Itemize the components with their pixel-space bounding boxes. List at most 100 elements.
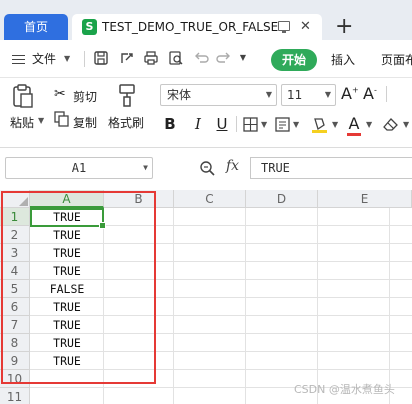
row-header[interactable]: 1 <box>0 208 30 226</box>
column-header-d[interactable]: D <box>246 190 318 208</box>
gridline <box>173 208 174 404</box>
formula-value: TRUE <box>261 161 290 175</box>
divider <box>386 86 387 102</box>
redo-icon[interactable] <box>216 50 232 66</box>
row-header[interactable]: 4 <box>0 262 30 280</box>
print-preview-icon[interactable] <box>168 50 184 66</box>
bold-button[interactable]: B <box>163 114 177 134</box>
font-name-select[interactable]: 宋体 ▼ <box>160 84 277 106</box>
menu-file[interactable]: 文件 <box>32 40 56 78</box>
cell-a5[interactable]: FALSE <box>30 280 104 298</box>
column-header-e[interactable]: E <box>318 190 412 208</box>
font-size-value: 11 <box>287 88 303 102</box>
border-icon[interactable] <box>243 117 258 132</box>
monitor-icon[interactable] <box>278 21 290 33</box>
copy-icon[interactable] <box>54 111 69 127</box>
chevron-down-icon[interactable]: ▼ <box>366 120 372 129</box>
chevron-down-icon[interactable]: ▼ <box>332 120 338 129</box>
chevron-down-icon[interactable]: ▼ <box>64 40 70 78</box>
format-painter-icon[interactable] <box>116 84 138 108</box>
row-header[interactable]: 9 <box>0 352 30 370</box>
paste-button[interactable]: 粘贴 <box>10 114 34 131</box>
shrink-font-icon: A <box>363 84 374 103</box>
gridline <box>245 208 246 404</box>
column-header-c[interactable]: C <box>174 190 246 208</box>
name-box-value: A1 <box>71 161 87 175</box>
active-cell-a1[interactable] <box>30 208 106 229</box>
font-color-button[interactable]: A <box>347 114 361 136</box>
chevron-down-icon[interactable]: ▼ <box>403 120 409 129</box>
new-tab-button[interactable]: + <box>335 14 353 40</box>
fill-color-icon[interactable] <box>311 116 328 134</box>
name-box[interactable]: A1 ▼ <box>5 157 153 179</box>
gridline <box>317 208 318 404</box>
row-header[interactable]: 8 <box>0 334 30 352</box>
formula-input[interactable]: TRUE <box>250 157 412 179</box>
grow-font-button[interactable]: A+ <box>341 84 359 103</box>
font-size-select[interactable]: 11 ▼ <box>281 84 336 106</box>
cut-button[interactable]: 剪切 <box>73 88 97 105</box>
chevron-down-icon: ▼ <box>265 90 272 99</box>
column-header-b[interactable]: B <box>104 190 174 208</box>
row-header[interactable]: 2 <box>0 226 30 244</box>
cell-a9[interactable]: TRUE <box>30 352 104 370</box>
cell-a4[interactable]: TRUE <box>30 262 104 280</box>
save-icon[interactable] <box>93 50 109 66</box>
shrink-font-button[interactable]: A- <box>363 84 377 103</box>
column-header-a[interactable]: A <box>30 190 104 208</box>
cell-a10[interactable] <box>30 370 104 388</box>
menu-page-layout[interactable]: 页面布 <box>381 40 412 80</box>
paste-icon[interactable] <box>12 84 34 108</box>
eraser-icon[interactable] <box>383 117 399 132</box>
cell-a2[interactable]: TRUE <box>30 226 104 244</box>
zoom-icon[interactable] <box>199 160 215 176</box>
scissors-icon[interactable]: ✂ <box>54 86 66 102</box>
cell-a3[interactable]: TRUE <box>30 244 104 262</box>
menu-start[interactable]: 开始 <box>271 49 317 71</box>
row-header[interactable]: 10 <box>0 370 30 388</box>
chevron-down-icon: ▼ <box>324 90 331 99</box>
chevron-down-icon[interactable]: ▼ <box>38 116 44 125</box>
row-header[interactable]: 7 <box>0 316 30 334</box>
tab-bar: 首页 S TEST_DEMO_TRUE_OR_FALSE ✕ + <box>0 0 412 40</box>
export-icon[interactable] <box>119 50 135 66</box>
chevron-down-icon[interactable]: ▼ <box>261 120 267 129</box>
spreadsheet-grid[interactable]: A B C D E 1 TRUE 2 TRUE 3 TRUE 4 TRUE 5 FALSE 6 TRU… <box>0 190 412 404</box>
print-icon[interactable] <box>143 50 159 66</box>
row-header[interactable]: 11 <box>0 388 30 404</box>
chevron-down-icon: ▼ <box>143 163 148 172</box>
ribbon: 粘贴 ▼ ✂ 剪切 复制 格式刷 宋体 ▼ 11 ▼ A+ A- B I U ▼… <box>0 78 412 148</box>
hamburger-icon[interactable] <box>12 55 25 64</box>
grow-font-icon: A <box>341 84 352 103</box>
menu-bar: 文件 ▼ ▼ 开始 插入 页面布 <box>0 40 412 78</box>
tab-document[interactable]: S TEST_DEMO_TRUE_OR_FALSE ✕ <box>72 14 322 40</box>
copy-button[interactable]: 复制 <box>73 114 97 131</box>
cell-a11[interactable] <box>30 388 104 404</box>
tab-home[interactable]: 首页 <box>4 14 68 40</box>
undo-icon[interactable] <box>193 50 209 66</box>
font-color-icon: A <box>348 114 360 133</box>
document-title: TEST_DEMO_TRUE_OR_FALSE <box>102 20 279 34</box>
font-color-swatch <box>347 133 361 136</box>
chevron-down-icon[interactable]: ▼ <box>238 50 248 66</box>
divider <box>84 51 85 67</box>
divider <box>236 116 237 132</box>
chevron-down-icon[interactable]: ▼ <box>293 120 299 129</box>
cell-a7[interactable]: TRUE <box>30 316 104 334</box>
watermark: CSDN @温水煮鱼头 <box>294 383 395 396</box>
fx-button[interactable]: fx <box>226 158 239 174</box>
font-name-value: 宋体 <box>167 88 192 102</box>
spreadsheet-icon: S <box>82 19 97 35</box>
cell-style-icon[interactable] <box>275 117 290 132</box>
cell-a8[interactable]: TRUE <box>30 334 104 352</box>
format-painter-button[interactable]: 格式刷 <box>108 114 144 131</box>
italic-button[interactable]: I <box>191 114 205 134</box>
row-header[interactable]: 3 <box>0 244 30 262</box>
underline-button[interactable]: U <box>215 114 229 134</box>
row-header[interactable]: 6 <box>0 298 30 316</box>
select-all-icon <box>19 197 28 206</box>
row-header[interactable]: 5 <box>0 280 30 298</box>
close-tab-icon[interactable]: ✕ <box>300 14 311 40</box>
menu-insert[interactable]: 插入 <box>331 40 355 80</box>
cell-a6[interactable]: TRUE <box>30 298 104 316</box>
